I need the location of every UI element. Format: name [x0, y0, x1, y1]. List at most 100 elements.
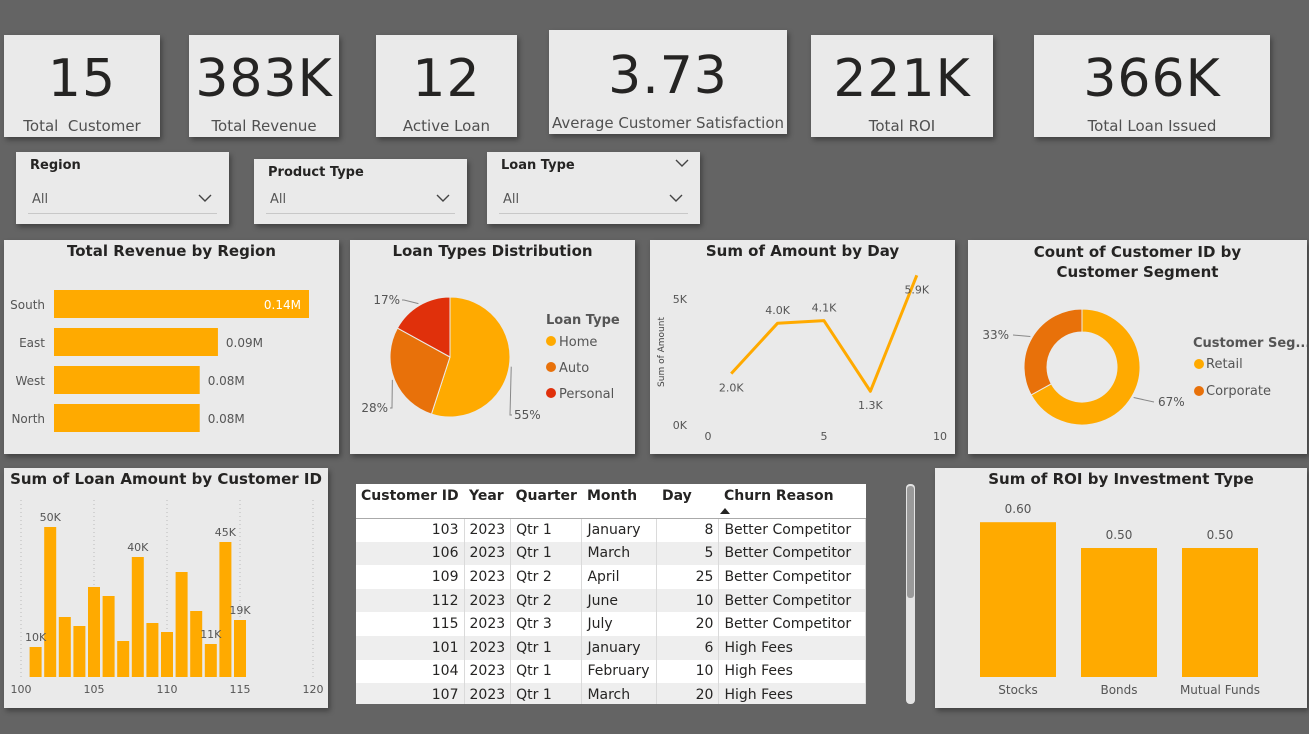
category-label: East: [19, 336, 45, 350]
data-label: 0.50: [1207, 528, 1234, 542]
leader-line: [402, 299, 419, 305]
collapse-chevron-icon[interactable]: [674, 156, 690, 170]
column-header-customer-id[interactable]: Customer ID: [356, 484, 464, 519]
region-dropdown[interactable]: All: [28, 188, 217, 214]
table-row[interactable]: 107 2023 Qtr 1 March 20 High Fees: [356, 683, 866, 704]
table-cell: January: [581, 518, 658, 542]
column-header-month[interactable]: Month: [581, 484, 657, 519]
legend-marker: [546, 336, 556, 346]
churn-table: Customer ID Year Quarter Month Day Churn…: [356, 484, 866, 704]
amount-by-day-plot: Sum of Amount 5K 0K 0 5 10 2.0K 4.0K 4.1K 1.3K 5.9…: [657, 274, 947, 443]
kpi-card-active-loan[interactable]: 12 Active Loan: [376, 35, 517, 137]
leader-line: [1133, 397, 1155, 403]
table-cell: 109: [356, 565, 465, 589]
chart-roi-by-investment[interactable]: Sum of ROI by Investment Type 0.60 Stocks…: [935, 468, 1307, 708]
kpi-card-total-customer[interactable]: 15 Total Customer: [4, 35, 160, 137]
chart-amount-by-day[interactable]: Sum of Amount by Day Sum of Amount 5K 0K 0 5…: [650, 240, 955, 454]
chart-revenue-by-region[interactable]: Total Revenue by Region South 0.14M East 0.…: [4, 240, 339, 454]
column-header-churn-reason[interactable]: Churn Reason: [718, 484, 866, 519]
table-cell: 20: [656, 612, 720, 636]
kpi-card-customer-satisfaction[interactable]: 3.73 Average Customer Satisfaction: [549, 30, 787, 134]
table-cell: Qtr 3: [510, 612, 583, 636]
scrollbar-thumb[interactable]: [907, 486, 914, 598]
slicer-loan-type: Loan Type All: [487, 152, 700, 224]
bar: [980, 522, 1056, 677]
data-label: 1.3K: [858, 399, 883, 412]
table-cell: 2023: [464, 659, 512, 684]
category-label: South: [10, 298, 45, 312]
x-tick: 0: [705, 430, 712, 443]
column-header-day[interactable]: Day: [656, 484, 719, 519]
kpi-card-total-roi[interactable]: 221K Total ROI: [811, 35, 993, 137]
roi-by-investment-plot: 0.60 Stocks 0.50 Bonds 0.50 Mutual Funds: [980, 502, 1260, 697]
loan-type-dropdown[interactable]: All: [499, 188, 688, 214]
bar: [190, 611, 203, 677]
bar: [146, 623, 159, 677]
sort-ascending-icon: [720, 508, 730, 514]
table-row[interactable]: 115 2023 Qtr 3 July 20 Better Competitor: [356, 612, 866, 636]
revenue-by-region-plot: South 0.14M East 0.09M West 0.08M North 0.08M: [10, 290, 309, 432]
chevron-down-icon: [669, 194, 683, 202]
table-row[interactable]: 109 2023 Qtr 2 April 25 Better Competitor: [356, 565, 866, 589]
churn-table-grid: Customer ID Year Quarter Month Day Churn…: [356, 484, 866, 704]
table-cell: April: [581, 565, 658, 589]
table-header-row: Customer ID Year Quarter Month Day Churn…: [356, 484, 866, 519]
data-label: 10K: [25, 631, 47, 644]
kpi-card-total-loan-issued[interactable]: 366K Total Loan Issued: [1034, 35, 1270, 137]
product-type-dropdown[interactable]: All: [266, 188, 455, 214]
table-cell: 2023: [464, 635, 512, 660]
kpi-value: 3.73: [608, 46, 728, 106]
data-label: 5.9K: [904, 283, 929, 296]
legend-marker: [546, 362, 556, 372]
table-cell: 2023: [464, 683, 512, 704]
donut-slice: [1023, 308, 1083, 396]
column-header-quarter[interactable]: Quarter: [510, 484, 582, 519]
data-label: 2.0K: [719, 382, 744, 395]
table-row[interactable]: 106 2023 Qtr 1 March 5 Better Competitor: [356, 541, 866, 566]
category-label: Mutual Funds: [1180, 683, 1260, 697]
bar: [29, 647, 42, 677]
chart-loan-types[interactable]: Loan Types Distribution 55% 28% 17% Loan Ty…: [350, 240, 635, 454]
kpi-value: 366K: [1083, 49, 1221, 109]
data-label: 11K: [200, 628, 222, 641]
slicer-title: Product Type: [268, 165, 364, 180]
table-scrollbar[interactable]: [906, 484, 915, 704]
data-label: 4.1K: [812, 302, 837, 315]
data-label: 50K: [40, 511, 62, 524]
slicer-product-type: Product Type All: [254, 159, 467, 224]
table-row[interactable]: 112 2023 Qtr 2 June 10 Better Competitor: [356, 588, 866, 613]
chart-loan-by-customer[interactable]: Sum of Loan Amount by Customer ID 100 105…: [4, 468, 328, 708]
x-tick: 10: [933, 430, 947, 443]
leader-line: [390, 379, 393, 409]
data-label: 67%: [1158, 395, 1185, 409]
chart-customer-segment[interactable]: Count of Customer ID by Customer Segment…: [968, 240, 1307, 454]
legend-marker: [1194, 386, 1204, 396]
table-cell: Qtr 1: [510, 541, 583, 566]
loan-types-plot: 55% 28% 17% Loan Type Home Auto Personal: [361, 293, 620, 422]
table-row[interactable]: 104 2023 Qtr 1 February 10 High Fees: [356, 659, 866, 684]
kpi-label: Average Customer Satisfaction: [551, 114, 785, 132]
data-label: 0.50: [1106, 528, 1133, 542]
x-tick: 5: [821, 430, 828, 443]
kpi-card-total-revenue[interactable]: 383K Total Revenue: [189, 35, 339, 137]
table-row[interactable]: 101 2023 Qtr 1 January 6 High Fees: [356, 635, 866, 660]
column-header-label: Churn Reason: [723, 488, 834, 504]
table-cell: 2023: [464, 541, 512, 566]
bar: [54, 328, 218, 356]
table-row[interactable]: 103 2023 Qtr 1 January 8 Better Competitor: [356, 518, 866, 542]
table-cell: Qtr 2: [510, 588, 583, 613]
table-cell: 106: [356, 541, 465, 566]
x-tick: 100: [11, 683, 32, 696]
x-tick: 115: [230, 683, 251, 696]
column-header-year[interactable]: Year: [464, 484, 511, 519]
table-cell: Qtr 1: [510, 635, 583, 660]
table-cell: 112: [356, 588, 465, 613]
table-cell: Better Competitor: [718, 612, 866, 636]
data-label: 4.0K: [765, 304, 790, 317]
table-cell: 104: [356, 659, 465, 684]
table-cell: June: [581, 588, 658, 613]
table-cell: Qtr 2: [510, 565, 583, 589]
table-cell: 2023: [464, 612, 512, 636]
table-cell: 25: [656, 565, 720, 589]
customer-segment-plot: 67% 33% Customer Seg... Retail Corporate: [982, 308, 1307, 426]
